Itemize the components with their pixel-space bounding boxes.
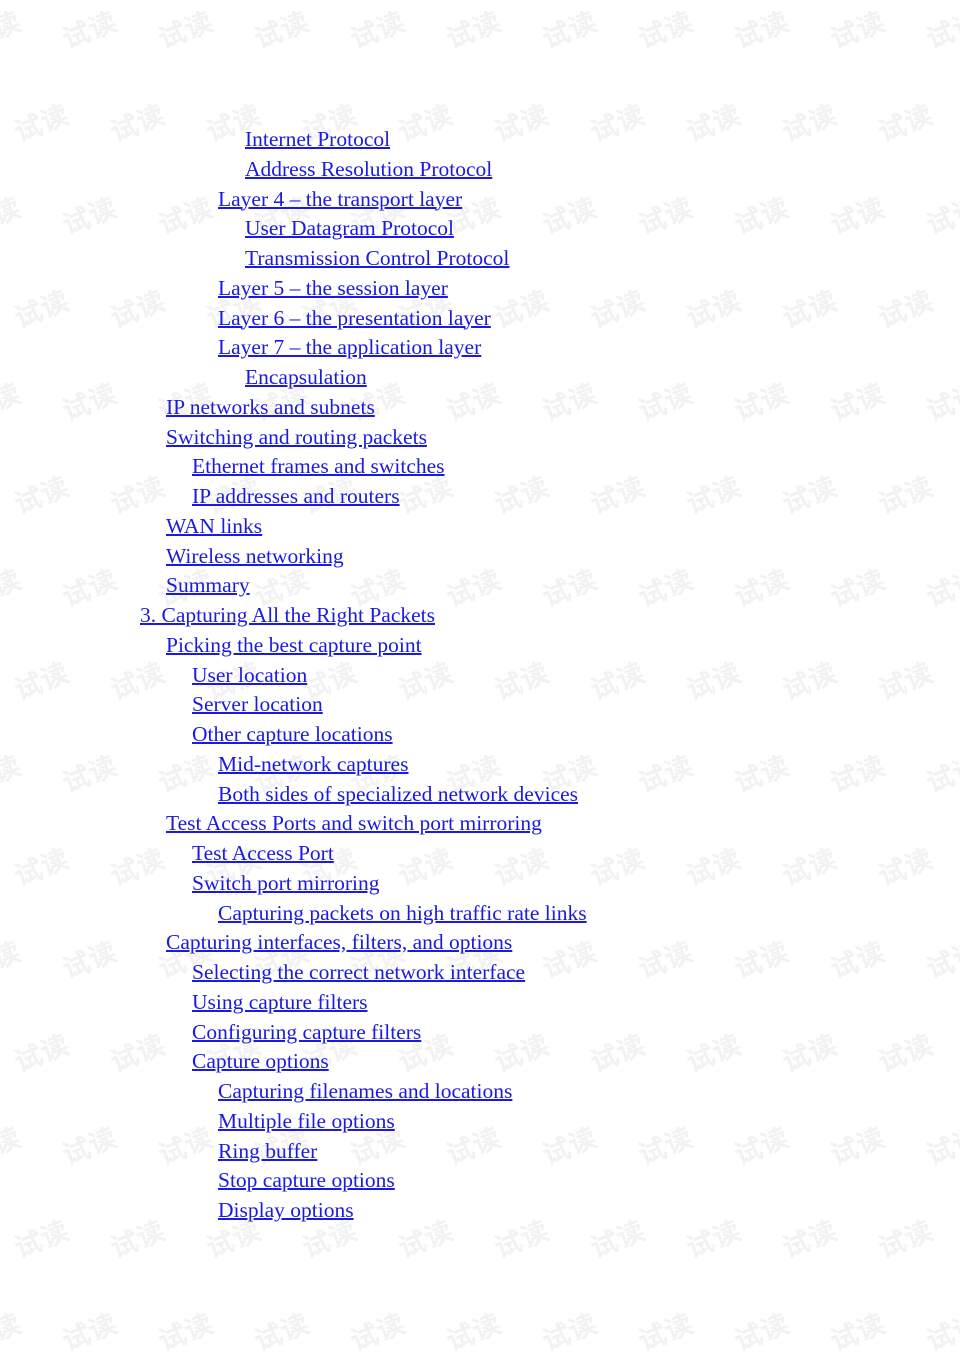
toc-entry: Ethernet frames and switches [140, 452, 587, 482]
toc-link[interactable]: Layer 7 – the application layer [218, 335, 481, 359]
toc-entry: Test Access Ports and switch port mirror… [140, 809, 587, 839]
toc-entry: Layer 6 – the presentation layer [140, 304, 587, 334]
toc-entry: Using capture filters [140, 988, 587, 1018]
toc-entry: Summary [140, 571, 587, 601]
toc-entry-list: Internet Protocol Address Resolution Prot… [140, 125, 587, 1226]
toc-entry: Capturing packets on high traffic rate l… [140, 899, 587, 929]
toc-entry: Mid-network captures [140, 750, 587, 780]
toc-entry: Encapsulation [140, 363, 587, 393]
toc-entry: Other capture locations [140, 720, 587, 750]
toc-link[interactable]: User location [192, 663, 307, 687]
toc-link[interactable]: Selecting the correct network interface [192, 960, 525, 984]
toc-link[interactable]: Other capture locations [192, 722, 393, 746]
toc-entry: Switch port mirroring [140, 869, 587, 899]
page-root: { "page": { "kind": "book-table-of-conte… [0, 0, 960, 1357]
toc-entry: 3. Capturing All the Right Packets [140, 601, 587, 631]
toc-link[interactable]: Address Resolution Protocol [245, 157, 492, 181]
toc-link[interactable]: Both sides of specialized network device… [218, 782, 578, 806]
toc-link[interactable]: Internet Protocol [245, 127, 390, 151]
toc-link[interactable]: Multiple file options [218, 1109, 395, 1133]
toc-link[interactable]: Capturing filenames and locations [218, 1079, 512, 1103]
toc-link[interactable]: Stop capture options [218, 1168, 395, 1192]
toc-entry: Transmission Control Protocol [140, 244, 587, 274]
toc-link[interactable]: User Datagram Protocol [245, 216, 454, 240]
toc-link[interactable]: Capturing interfaces, filters, and optio… [166, 930, 512, 954]
toc-entry: Switching and routing packets [140, 423, 587, 453]
toc-link[interactable]: Server location [192, 692, 323, 716]
toc-entry: Test Access Port [140, 839, 587, 869]
toc-link[interactable]: Test Access Ports and switch port mirror… [166, 811, 542, 835]
toc-entry: IP networks and subnets [140, 393, 587, 423]
toc-link[interactable]: Encapsulation [245, 365, 367, 389]
toc-entry: Wireless networking [140, 542, 587, 572]
toc-link[interactable]: Ethernet frames and switches [192, 454, 445, 478]
toc-entry: Configuring capture filters [140, 1018, 587, 1048]
toc-link[interactable]: WAN links [166, 514, 262, 538]
toc-link[interactable]: Transmission Control Protocol [245, 246, 509, 270]
toc-link[interactable]: Switching and routing packets [166, 425, 427, 449]
toc-entry: Ring buffer [140, 1137, 587, 1167]
toc-entry: Capturing filenames and locations [140, 1077, 587, 1107]
toc-entry: Stop capture options [140, 1166, 587, 1196]
toc-link[interactable]: Picking the best capture point [166, 633, 422, 657]
toc-entry: Selecting the correct network interface [140, 958, 587, 988]
table-of-contents: Internet Protocol Address Resolution Prot… [0, 0, 960, 1357]
toc-link[interactable]: Ring buffer [218, 1139, 317, 1163]
toc-link[interactable]: Layer 5 – the session layer [218, 276, 448, 300]
toc-entry: Layer 7 – the application layer [140, 333, 587, 363]
toc-link[interactable]: Capturing packets on high traffic rate l… [218, 901, 587, 925]
toc-link[interactable]: IP addresses and routers [192, 484, 400, 508]
toc-link[interactable]: Layer 4 – the transport layer [218, 187, 462, 211]
toc-entry: Layer 4 – the transport layer [140, 185, 587, 215]
toc-entry: WAN links [140, 512, 587, 542]
toc-entry: Server location [140, 690, 587, 720]
toc-link[interactable]: Summary [166, 573, 250, 597]
toc-entry: IP addresses and routers [140, 482, 587, 512]
toc-entry: Picking the best capture point [140, 631, 587, 661]
toc-link[interactable]: 3. Capturing All the Right Packets [140, 603, 435, 627]
toc-entry: Address Resolution Protocol [140, 155, 587, 185]
toc-link[interactable]: Layer 6 – the presentation layer [218, 306, 491, 330]
toc-link[interactable]: IP networks and subnets [166, 395, 375, 419]
toc-link[interactable]: Using capture filters [192, 990, 368, 1014]
toc-entry: Capture options [140, 1047, 587, 1077]
toc-entry: Display options [140, 1196, 587, 1226]
toc-link[interactable]: Switch port mirroring [192, 871, 380, 895]
toc-entry: User location [140, 661, 587, 691]
toc-entry: Both sides of specialized network device… [140, 780, 587, 810]
toc-entry: Internet Protocol [140, 125, 587, 155]
toc-entry: User Datagram Protocol [140, 214, 587, 244]
toc-link[interactable]: Test Access Port [192, 841, 334, 865]
toc-link[interactable]: Capture options [192, 1049, 329, 1073]
toc-link[interactable]: Mid-network captures [218, 752, 408, 776]
toc-entry: Capturing interfaces, filters, and optio… [140, 928, 587, 958]
toc-link[interactable]: Display options [218, 1198, 354, 1222]
toc-link[interactable]: Configuring capture filters [192, 1020, 421, 1044]
toc-entry: Multiple file options [140, 1107, 587, 1137]
toc-entry: Layer 5 – the session layer [140, 274, 587, 304]
toc-link[interactable]: Wireless networking [166, 544, 344, 568]
